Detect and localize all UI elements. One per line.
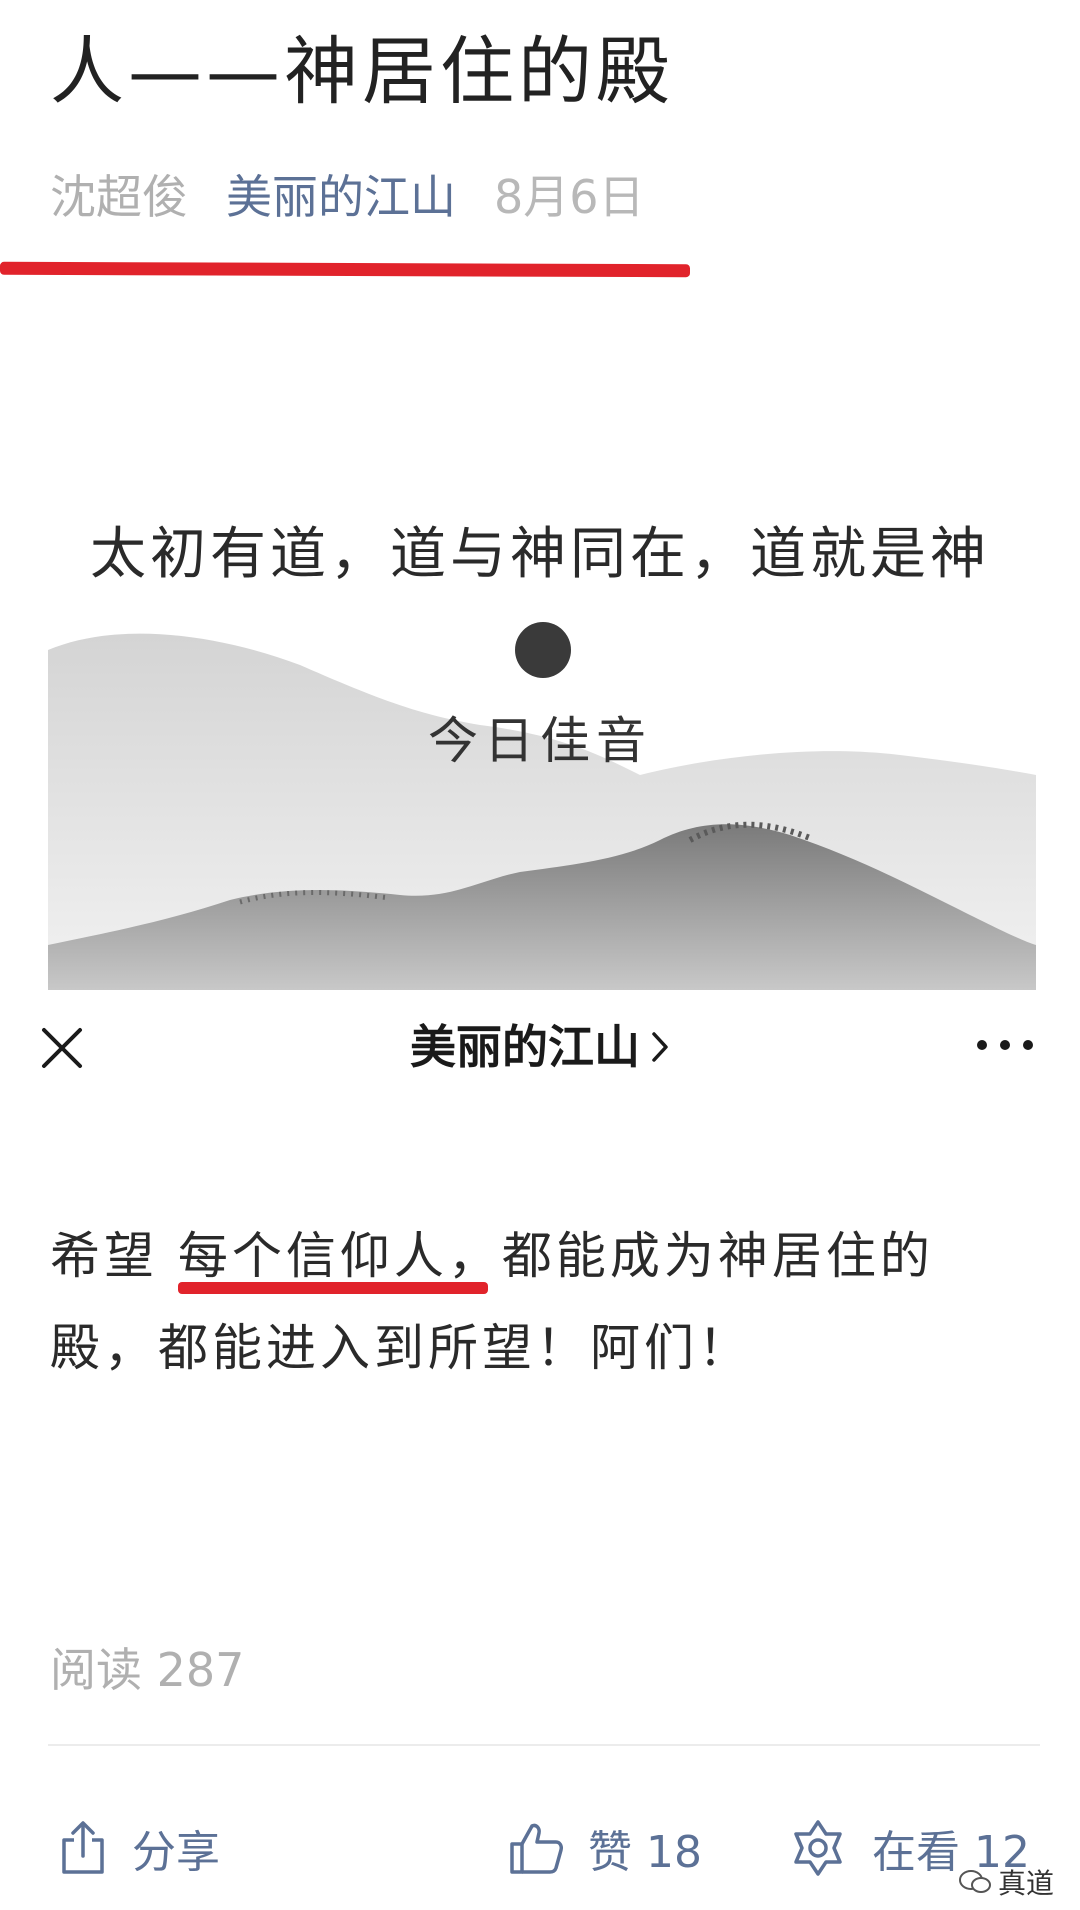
article-meta: 沈超俊 美丽的江山 8月6日 <box>50 162 645 226</box>
banner-subtitle: 今日佳音 <box>428 712 652 770</box>
red-underline-annotation-body <box>178 1282 488 1294</box>
share-icon <box>62 1821 104 1874</box>
nav-account-label: 美丽的江山 <box>410 1020 640 1074</box>
banner-sun-dot <box>515 622 571 678</box>
nav-account-title: 美丽的江山 <box>0 1014 1080 1080</box>
more-icon[interactable] <box>970 1025 1040 1065</box>
thumbs-up-icon <box>510 1823 563 1874</box>
bottom-action-bar: 分享 赞 18 在看 12 <box>0 1808 1080 1888</box>
like-label: 赞 18 <box>588 1827 702 1878</box>
banner-quote: 太初有道，道与神同在，道就是神 <box>90 522 990 587</box>
article-title: 人——神居住的殿 <box>50 29 674 115</box>
author-name: 沈超俊 <box>50 170 188 224</box>
wechat-icon <box>959 1870 991 1893</box>
watermark-text: 真道 <box>998 1867 1055 1900</box>
read-count: 阅读 287 <box>50 1643 245 1697</box>
nav-account-button[interactable]: 美丽的江山 <box>410 1014 670 1080</box>
chevron-right-icon <box>652 1032 668 1062</box>
red-underline-annotation <box>0 261 691 278</box>
body-text-prefix: 希望 <box>50 1227 178 1285</box>
publish-date: 8月6日 <box>494 170 645 224</box>
share-button[interactable]: 分享 <box>58 1808 220 1888</box>
article-body-paragraph: 希望 每个信仰人，都能成为神居住的殿，都能进入到所望！阿们！ <box>50 1210 1040 1394</box>
watching-star-icon <box>794 1820 842 1876</box>
share-label: 分享 <box>132 1827 220 1878</box>
source-watermark: 真道 <box>958 1862 1054 1902</box>
body-highlighted-phrase: 每个信仰人 <box>177 1227 448 1285</box>
divider <box>48 1744 1040 1746</box>
account-link[interactable]: 美丽的江山 <box>226 161 456 227</box>
like-button[interactable]: 赞 18 <box>508 1808 702 1888</box>
